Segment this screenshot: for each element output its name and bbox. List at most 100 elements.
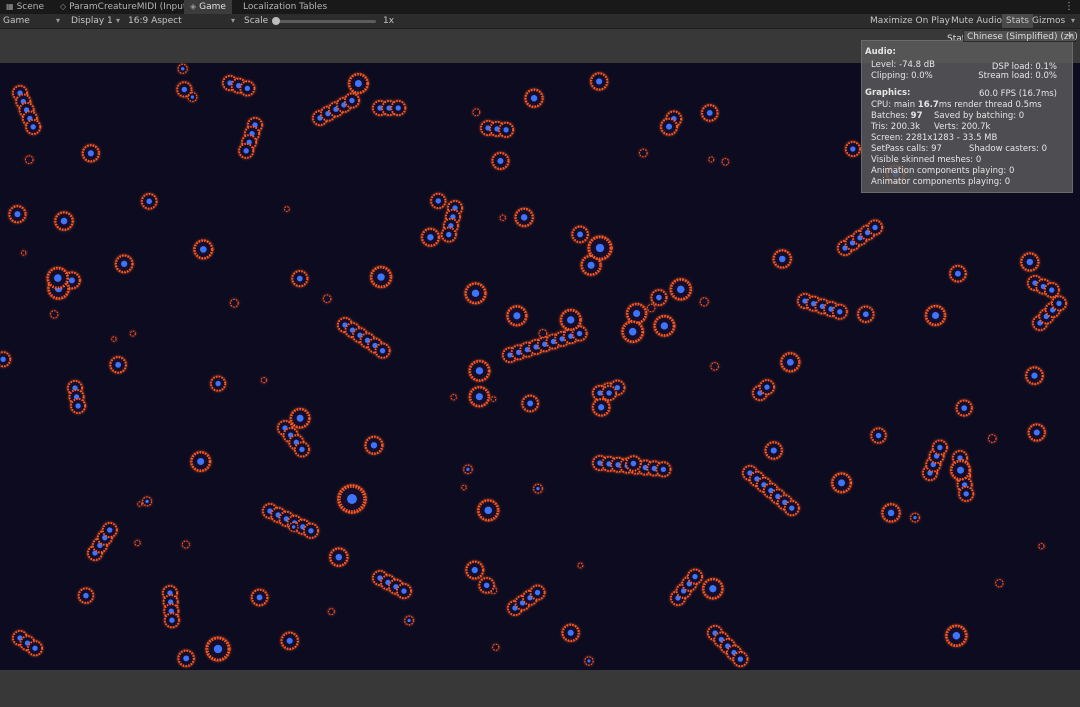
cell-nucleus (957, 466, 965, 474)
cell-nucleus (308, 528, 314, 534)
cell-nucleus (567, 316, 575, 324)
game-view-dropdown[interactable]: Game (3, 14, 63, 28)
cell-nucleus (598, 404, 605, 411)
cell-nucleus (1056, 300, 1062, 307)
aspect-dropdown[interactable]: 16:9 Aspect (128, 14, 238, 28)
cell-nucleus (887, 509, 895, 517)
cell-nucleus (770, 447, 777, 454)
cell-membrane (21, 250, 27, 256)
cell-membrane (461, 484, 467, 491)
maximize-on-play-button[interactable]: Maximize On Play (866, 14, 954, 28)
cell-membrane (639, 148, 648, 158)
tab-scene[interactable]: ▦ Scene (0, 0, 50, 14)
cell-nucleus (256, 594, 263, 601)
gizmos-dropdown[interactable]: Gizmos (1032, 14, 1078, 28)
cell-nucleus (83, 592, 89, 599)
cell-nucleus (0, 356, 6, 362)
animator-components: Animator components playing: 0 (871, 177, 1011, 187)
cell-membrane (260, 377, 267, 384)
cell-membrane (50, 310, 59, 319)
cell-nucleus (789, 505, 795, 511)
cell-nucleus (577, 231, 584, 238)
cell-nucleus (660, 466, 667, 473)
tab-game[interactable]: ◈ Game (184, 0, 232, 14)
cell-nucleus (183, 655, 190, 662)
cell-nucleus (243, 148, 249, 154)
cell-nucleus (190, 95, 195, 99)
cell-nucleus (484, 506, 492, 515)
cell-membrane (710, 362, 719, 371)
cpu-main-value: 16.7 (917, 100, 939, 110)
cell-nucleus (595, 243, 605, 253)
cell-membrane (129, 330, 136, 337)
cell-nucleus (709, 585, 717, 593)
cell-nucleus (677, 285, 685, 294)
audio-heading: Audio: (865, 47, 896, 57)
stats-button[interactable]: Stats (1002, 14, 1033, 28)
tab-label: Scene (16, 2, 45, 12)
cell-nucleus (435, 198, 441, 204)
cell-membrane (490, 396, 497, 402)
cell-nucleus (536, 487, 540, 491)
cell-nucleus (395, 105, 401, 111)
game-view-label: Game (3, 16, 30, 26)
display-dropdown[interactable]: Display 1 (71, 14, 123, 28)
batches: Batches: 97 (871, 111, 923, 121)
scale-slider[interactable] (273, 20, 376, 23)
cell-nucleus (837, 309, 843, 315)
cell-nucleus (660, 322, 669, 330)
cell-nucleus (587, 659, 591, 663)
cell-nucleus (32, 645, 38, 651)
stream-load: Stream load: 0.0% (978, 71, 1057, 81)
cell-nucleus (576, 330, 583, 337)
batches-value: 97 (910, 111, 923, 121)
cell-nucleus (291, 525, 296, 529)
scale-slider-handle[interactable] (272, 17, 280, 25)
tab-label: ParamCreatureMIDI (Input… (69, 2, 196, 12)
cell-nucleus (961, 405, 968, 411)
cell-nucleus (299, 446, 305, 453)
cell-nucleus (180, 67, 185, 71)
audio-clipping: Clipping: 0.0% (871, 71, 933, 81)
cell-membrane (322, 294, 332, 304)
cell-membrane (647, 303, 656, 313)
cell-nucleus (633, 309, 641, 318)
mute-audio-button[interactable]: Mute Audio (947, 14, 1006, 28)
gizmos-label: Gizmos (1032, 16, 1066, 26)
cell-membrane (181, 540, 190, 549)
cell-membrane (229, 298, 239, 308)
cell-nucleus (872, 224, 878, 231)
language-dropdown[interactable]: Chinese (Simplified) (zh) (963, 30, 1078, 43)
cell-nucleus (596, 78, 603, 85)
batches-label: Batches: (871, 111, 911, 121)
cell-nucleus (1026, 258, 1034, 266)
cell-nucleus (931, 311, 940, 320)
audio-level: Level: -74.8 dB (871, 60, 935, 70)
aspect-label: 16:9 Aspect (128, 16, 182, 26)
cell-membrane (699, 297, 709, 307)
cell-nucleus (296, 275, 303, 282)
more-options-icon[interactable]: ⋮ (1064, 0, 1074, 13)
cell-membrane (284, 206, 290, 212)
tab-bar: ▦ Scene ◇ ParamCreatureMIDI (Input… ◈ Game … (0, 0, 1080, 14)
cell-nucleus (1031, 372, 1038, 379)
cell-nucleus (401, 588, 407, 594)
cell-nucleus (503, 127, 509, 133)
cell-nucleus (75, 403, 81, 409)
cell-membrane (137, 501, 143, 507)
cell-nucleus (107, 527, 113, 533)
cell-nucleus (606, 390, 612, 396)
cell-nucleus (145, 499, 149, 504)
tab-input[interactable]: ◇ ParamCreatureMIDI (Input… (54, 0, 201, 14)
cell-membrane (708, 156, 715, 163)
cell-nucleus (534, 589, 541, 596)
scale-value: 1x (383, 16, 395, 26)
cell-membrane (995, 579, 1004, 588)
tab-localization-tables[interactable]: Localization Tables (237, 0, 333, 14)
cell-nucleus (407, 618, 411, 623)
display-label: Display 1 (71, 16, 113, 26)
cell-nucleus (146, 198, 152, 205)
tab-label: Game (199, 2, 226, 12)
cell-nucleus (706, 110, 713, 116)
cell-membrane (987, 434, 997, 443)
